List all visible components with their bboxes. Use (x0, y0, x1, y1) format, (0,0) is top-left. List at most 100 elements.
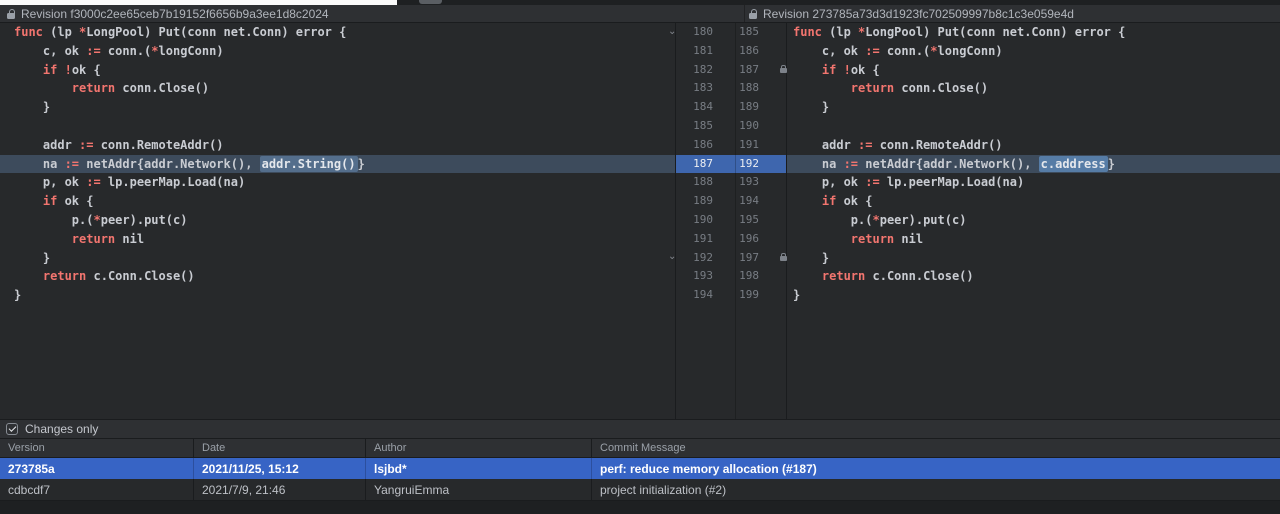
code-line[interactable]: na := netAddr{addr.Network(), addr.Strin… (0, 155, 675, 174)
code-token: } (358, 157, 365, 171)
code-token: ok { (851, 63, 880, 77)
right-line-number: 190 (713, 117, 759, 136)
fold-chevron-icon[interactable]: ⌄ (668, 252, 676, 262)
left-code-pane[interactable]: func (lp *LongPool) Put(conn net.Conn) e… (0, 23, 675, 419)
code-token: lp.peerMap.Load(na) (880, 175, 1025, 189)
code-line[interactable]: if ok { (0, 192, 675, 211)
lock-icon (7, 9, 15, 19)
code-token: nil (115, 232, 144, 246)
code-token: return (851, 81, 894, 95)
line-numbers: 186191 (676, 136, 786, 155)
code-token: } (1108, 157, 1115, 171)
code-line[interactable]: } (787, 98, 1280, 117)
code-line[interactable]: func (lp *LongPool) Put(conn net.Conn) e… (787, 23, 1280, 42)
code-token: na (14, 157, 65, 171)
lock-icon (749, 9, 757, 19)
code-token: LongPool) Put(conn net.Conn) error { (865, 25, 1125, 39)
code-line[interactable]: } (0, 286, 675, 305)
code-line[interactable]: return nil (787, 230, 1280, 249)
right-line-number: 189 (713, 98, 759, 117)
left-line-number: 180 (676, 23, 713, 42)
code-token (14, 269, 43, 283)
column-header-date[interactable]: Date (194, 439, 366, 457)
line-numbers: 185190 (676, 117, 786, 136)
code-line[interactable]: c, ok := conn.(*longConn) (787, 42, 1280, 61)
right-line-number: 192 (713, 155, 759, 174)
code-line[interactable]: } (787, 249, 1280, 268)
code-token: return (851, 232, 894, 246)
code-token: p, ok (793, 175, 865, 189)
right-line-number: 196 (713, 230, 759, 249)
code-line[interactable]: p, ok := lp.peerMap.Load(na) (787, 173, 1280, 192)
left-line-number: 187 (676, 155, 713, 174)
left-line-number: 192 (676, 249, 713, 268)
code-line[interactable]: } (787, 286, 1280, 305)
line-numbers: 182187 (676, 61, 786, 80)
code-token: netAddr{addr.Network(), (858, 157, 1039, 171)
line-numbers: 192197 (676, 249, 786, 268)
code-line[interactable]: p, ok := lp.peerMap.Load(na) (0, 173, 675, 192)
cell-message: perf: reduce memory allocation (#187) (592, 458, 1280, 479)
code-line[interactable]: c, ok := conn.(*longConn) (0, 42, 675, 61)
code-token: conn.Close() (115, 81, 209, 95)
popup-button-edge (419, 0, 442, 4)
changes-only-label[interactable]: Changes only (25, 422, 98, 436)
left-line-number: 188 (676, 173, 713, 192)
code-line[interactable]: func (lp *LongPool) Put(conn net.Conn) e… (0, 23, 675, 42)
code-line[interactable]: na := netAddr{addr.Network(), c.address} (787, 155, 1280, 174)
code-line[interactable]: p.(*peer).put(c) (0, 211, 675, 230)
code-line[interactable] (0, 117, 675, 136)
code-token: longConn) (938, 44, 1003, 58)
right-line-number: 188 (713, 79, 759, 98)
changes-only-checkbox[interactable] (6, 423, 18, 435)
column-header-version[interactable]: Version (0, 439, 194, 457)
line-numbers: 193198 (676, 267, 786, 286)
code-token: conn.( (101, 44, 152, 58)
code-token: } (14, 100, 50, 114)
readonly-lock-icon (780, 253, 787, 261)
code-line[interactable]: return c.Conn.Close() (0, 267, 675, 286)
cell-date: 2021/7/9, 21:46 (194, 479, 366, 500)
gutter-divider (735, 23, 736, 419)
left-line-number: 191 (676, 230, 713, 249)
code-token: := (865, 44, 879, 58)
left-line-number: 190 (676, 211, 713, 230)
code-line[interactable]: if !ok { (787, 61, 1280, 80)
right-line-number: 199 (713, 286, 759, 305)
code-line[interactable]: if !ok { (0, 61, 675, 80)
cell-author: YangruiEmma (366, 479, 592, 500)
code-line[interactable]: p.(*peer).put(c) (787, 211, 1280, 230)
code-line[interactable]: } (0, 98, 675, 117)
column-header-author[interactable]: Author (366, 439, 592, 457)
left-line-number: 182 (676, 61, 713, 80)
fold-chevron-icon[interactable]: ⌄ (668, 27, 676, 37)
history-row[interactable]: 273785a2021/11/25, 15:12lsjbd*perf: redu… (0, 458, 1280, 479)
header-divider (744, 5, 745, 22)
line-numbers: 188193 (676, 173, 786, 192)
history-row[interactable]: cdbcdf72021/7/9, 21:46YangruiEmmaproject… (0, 479, 1280, 500)
right-code-pane[interactable]: func (lp *LongPool) Put(conn net.Conn) e… (787, 23, 1280, 419)
bottom-strip (0, 500, 1280, 514)
line-numbers: 183188 (676, 79, 786, 98)
column-header-commit-message[interactable]: Commit Message (592, 439, 1280, 457)
code-token: := (86, 175, 100, 189)
code-line[interactable]: } (0, 249, 675, 268)
code-line[interactable]: return nil (0, 230, 675, 249)
right-revision-title: Revision 273785a73d3d1923fc702509997b8c1… (749, 5, 1074, 22)
code-line[interactable]: return conn.Close() (0, 79, 675, 98)
code-line[interactable]: addr := conn.RemoteAddr() (0, 136, 675, 155)
changed-token: addr.String() (260, 156, 358, 172)
code-token: ok { (57, 194, 93, 208)
right-line-number: 186 (713, 42, 759, 61)
code-token: p, ok (14, 175, 86, 189)
code-line[interactable] (787, 117, 1280, 136)
code-line[interactable]: if ok { (787, 192, 1280, 211)
code-line[interactable]: return c.Conn.Close() (787, 267, 1280, 286)
code-token: if (822, 63, 836, 77)
code-line[interactable]: addr := conn.RemoteAddr() (787, 136, 1280, 155)
code-line[interactable]: return conn.Close() (787, 79, 1280, 98)
readonly-lock-icon (780, 65, 787, 73)
right-line-number: 193 (713, 173, 759, 192)
left-line-number: 194 (676, 286, 713, 305)
code-token: conn.( (880, 44, 931, 58)
